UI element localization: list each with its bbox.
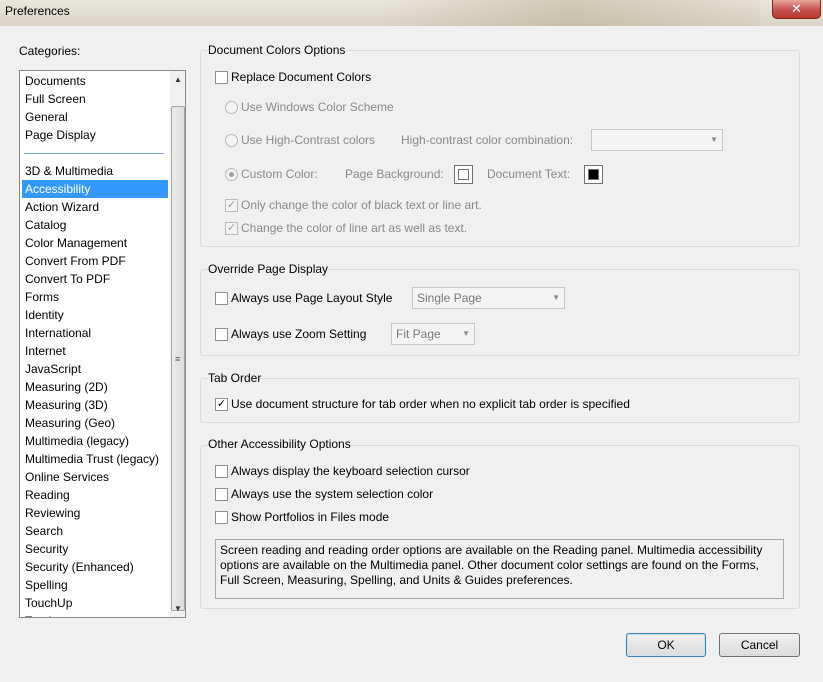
categories-separator (24, 153, 164, 154)
only-black-checkbox[interactable]: ✓ (225, 199, 238, 212)
selection-cursor-label: Always display the keyboard selection cu… (231, 464, 470, 478)
override-display-title: Override Page Display (208, 262, 329, 276)
category-item[interactable]: Multimedia Trust (legacy) (22, 450, 168, 468)
portfolios-checkbox[interactable] (215, 511, 228, 524)
category-item[interactable]: Security (22, 540, 168, 558)
category-item[interactable]: Reading (22, 486, 168, 504)
category-item[interactable]: Security (Enhanced) (22, 558, 168, 576)
cancel-button[interactable]: Cancel (719, 633, 800, 657)
high-contrast-label: Use High-Contrast colors (241, 133, 376, 147)
category-item[interactable]: Search (22, 522, 168, 540)
categories-scrollbar[interactable]: ▲ ≡ ▼ (170, 71, 185, 617)
custom-color-radio[interactable] (225, 168, 238, 181)
zoom-setting-value: Fit Page (396, 327, 441, 341)
other-options-title: Other Accessibility Options (208, 437, 351, 451)
category-item[interactable]: Documents (22, 72, 168, 90)
document-text-color (588, 169, 599, 180)
category-item[interactable]: Full Screen (22, 90, 168, 108)
document-text-label: Document Text: (487, 167, 571, 181)
category-item[interactable]: Action Wizard (22, 198, 168, 216)
selection-cursor-checkbox[interactable] (215, 465, 228, 478)
checkmark-icon: ✓ (226, 222, 237, 234)
category-item[interactable]: Measuring (2D) (22, 378, 168, 396)
category-item[interactable]: Spelling (22, 576, 168, 594)
replace-colors-checkbox[interactable] (215, 71, 228, 84)
zoom-setting-label: Always use Zoom Setting (231, 327, 367, 341)
close-icon: ✕ (791, 1, 802, 16)
chevron-down-icon: ▼ (462, 329, 470, 338)
zoom-setting-checkbox[interactable] (215, 328, 228, 341)
categories-list[interactable]: TrackerTouchUpSpellingSecurity (Enhanced… (19, 70, 186, 618)
category-item[interactable]: Tracker (22, 612, 168, 617)
tab-order-title: Tab Order (208, 371, 262, 385)
close-button[interactable]: ✕ (772, 0, 821, 19)
scroll-up-icon: ▲ (174, 75, 182, 84)
category-item[interactable]: Measuring (3D) (22, 396, 168, 414)
category-item[interactable]: General (22, 108, 168, 126)
windows-scheme-radio[interactable] (225, 101, 238, 114)
page-background-swatch[interactable] (454, 165, 473, 184)
category-item[interactable]: JavaScript (22, 360, 168, 378)
category-item[interactable]: 3D & Multimedia (22, 162, 168, 180)
doc-structure-checkbox[interactable]: ✓ (215, 398, 228, 411)
scrollbar-thumb[interactable]: ≡ (171, 106, 185, 611)
scroll-down-icon: ▼ (174, 604, 182, 613)
info-text-box: Screen reading and reading order options… (215, 539, 784, 599)
high-contrast-radio[interactable] (225, 134, 238, 147)
category-item[interactable]: TouchUp (22, 594, 168, 612)
categories-label: Categories: (19, 44, 81, 58)
windows-scheme-label: Use Windows Color Scheme (241, 100, 394, 114)
high-contrast-combo[interactable]: ▼ (591, 129, 723, 151)
page-layout-checkbox[interactable] (215, 292, 228, 305)
page-layout-value: Single Page (417, 291, 482, 305)
portfolios-label: Show Portfolios in Files mode (231, 510, 390, 524)
line-art-checkbox[interactable]: ✓ (225, 222, 238, 235)
category-item[interactable]: Convert To PDF (22, 270, 168, 288)
zoom-setting-combo[interactable]: Fit Page ▼ (391, 323, 475, 345)
ok-button[interactable]: OK (626, 633, 706, 657)
chevron-down-icon: ▼ (710, 135, 718, 144)
document-text-swatch[interactable] (584, 165, 603, 184)
category-item[interactable]: Forms (22, 288, 168, 306)
category-item[interactable]: Internet (22, 342, 168, 360)
category-item[interactable]: Reviewing (22, 504, 168, 522)
page-background-color (458, 169, 469, 180)
grip-icon: ≡ (175, 354, 181, 364)
checkmark-icon: ✓ (226, 199, 237, 211)
system-color-checkbox[interactable] (215, 488, 228, 501)
category-item[interactable]: Online Services (22, 468, 168, 486)
custom-color-label: Custom Color: (241, 167, 318, 181)
scroll-up-button[interactable]: ▲ (170, 71, 185, 88)
category-item[interactable]: Page Display (22, 126, 168, 144)
background-app-glimpse (380, 0, 760, 26)
category-item[interactable]: Identity (22, 306, 168, 324)
category-item[interactable]: Multimedia (legacy) (22, 432, 168, 450)
replace-colors-label: Replace Document Colors (231, 70, 372, 84)
scroll-down-button[interactable]: ▼ (170, 600, 185, 617)
category-item[interactable]: Accessibility (22, 180, 168, 198)
system-color-label: Always use the system selection color (231, 487, 434, 501)
chevron-down-icon: ▼ (552, 293, 560, 302)
page-layout-combo[interactable]: Single Page ▼ (412, 287, 565, 309)
only-black-label: Only change the color of black text or l… (241, 198, 482, 212)
document-colors-title: Document Colors Options (208, 43, 346, 57)
window-title: Preferences (5, 4, 70, 18)
category-item[interactable]: Convert From PDF (22, 252, 168, 270)
page-background-label: Page Background: (345, 167, 444, 181)
checkmark-icon: ✓ (216, 398, 227, 410)
category-item[interactable]: Measuring (Geo) (22, 414, 168, 432)
title-bar: Preferences ✕ (0, 0, 823, 26)
high-contrast-combo-label: High-contrast color combination: (401, 133, 574, 147)
override-display-group (200, 269, 800, 356)
category-item[interactable]: International (22, 324, 168, 342)
page-layout-label: Always use Page Layout Style (231, 291, 393, 305)
category-item[interactable]: Color Management (22, 234, 168, 252)
category-item[interactable]: Catalog (22, 216, 168, 234)
doc-structure-label: Use document structure for tab order whe… (231, 397, 630, 411)
line-art-label: Change the color of line art as well as … (241, 221, 468, 235)
